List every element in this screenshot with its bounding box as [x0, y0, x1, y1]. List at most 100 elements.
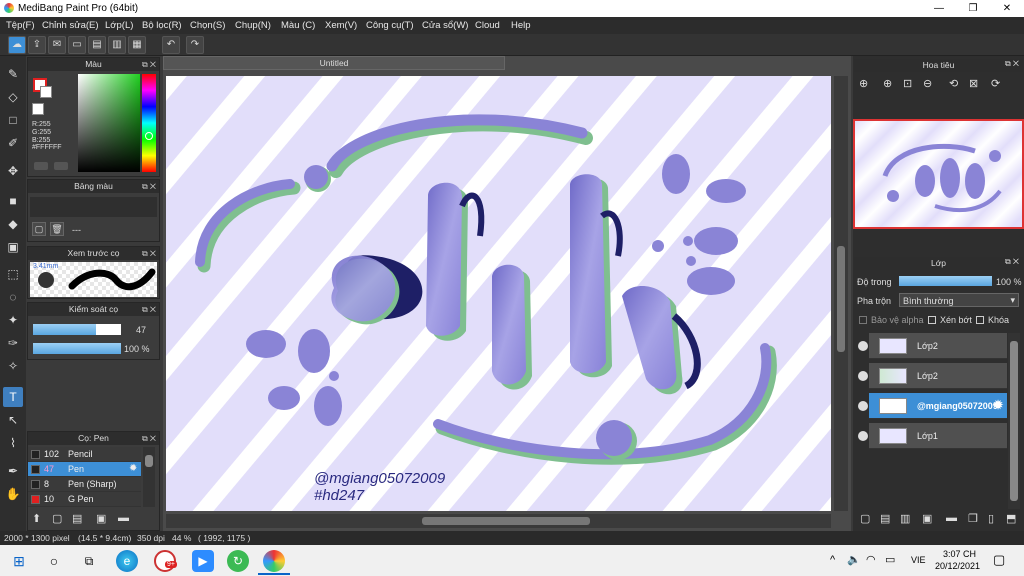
- brush-item-selected[interactable]: 47 Pen ✹: [28, 462, 141, 477]
- text-tool-icon[interactable]: T: [3, 387, 23, 407]
- edge-icon[interactable]: e: [116, 550, 138, 572]
- brush-tool-icon[interactable]: ✎: [3, 64, 23, 84]
- search-icon[interactable]: ○: [43, 550, 65, 572]
- panel-close-icon[interactable]: ⧉ ✕: [142, 180, 156, 193]
- undo-icon[interactable]: ↶: [162, 36, 180, 54]
- close-button[interactable]: ✕: [990, 0, 1024, 17]
- eye-icon[interactable]: [858, 371, 868, 381]
- windows-start-icon[interactable]: ⊞: [8, 550, 30, 572]
- layer-item[interactable]: Lớp1: [869, 423, 1007, 449]
- wifi-icon[interactable]: ◠: [866, 553, 876, 566]
- menu-filter[interactable]: Bộ lọc(R): [142, 20, 182, 31]
- language-indicator[interactable]: VIE: [911, 555, 926, 565]
- palette-area[interactable]: [30, 197, 157, 217]
- new-layer-icon[interactable]: ▢: [860, 512, 870, 525]
- horizontal-scrollbar[interactable]: [166, 514, 831, 528]
- zoom-out-icon[interactable]: ⊖: [923, 77, 932, 90]
- brush-size-slider[interactable]: [33, 324, 121, 335]
- new-palette-icon[interactable]: ▢: [32, 222, 46, 236]
- redo-icon[interactable]: ↷: [186, 36, 204, 54]
- hue-slider[interactable]: [142, 74, 156, 172]
- hand-tool-icon[interactable]: ✋: [3, 484, 23, 504]
- menu-file[interactable]: Tệp(F): [6, 20, 35, 31]
- menu-help[interactable]: Help: [511, 20, 531, 31]
- menu-color[interactable]: Màu (C): [281, 20, 315, 31]
- eye-icon[interactable]: [858, 341, 868, 351]
- clipping-checkbox[interactable]: [928, 316, 936, 324]
- menu-window[interactable]: Cửa sổ(W): [422, 20, 468, 31]
- menu-layer[interactable]: Lớp(L): [105, 20, 133, 31]
- pen-tool-icon[interactable]: ✐: [3, 133, 23, 153]
- layer-item-selected[interactable]: @mgiang05072009 ✹: [869, 393, 1007, 419]
- layer-item[interactable]: Lớp2: [869, 363, 1007, 389]
- dropper-tool-icon[interactable]: ✒: [3, 461, 23, 481]
- chat-icon[interactable]: ▭: [68, 36, 86, 54]
- zoom-in-icon[interactable]: ⊕: [883, 77, 892, 90]
- task-view-icon[interactable]: ⧉: [78, 550, 100, 572]
- comment-icon[interactable]: ✉: [48, 36, 66, 54]
- page-icon[interactable]: ▥: [108, 36, 126, 54]
- cloud-icon[interactable]: ☁: [8, 36, 26, 54]
- brush-item[interactable]: 10 G Pen: [28, 492, 141, 507]
- saturation-value-picker[interactable]: [78, 74, 140, 172]
- menu-snap[interactable]: Chụp(N): [235, 20, 271, 31]
- color-button-2[interactable]: [54, 162, 68, 170]
- share-icon[interactable]: ⇪: [28, 36, 46, 54]
- navigator-preview[interactable]: [853, 119, 1024, 229]
- layer-menu-icon[interactable]: ▣: [922, 512, 932, 525]
- layer-item[interactable]: Lớp2: [869, 333, 1007, 359]
- panel-close-icon[interactable]: ⧉ ✕: [142, 58, 156, 71]
- move-tool-icon[interactable]: ✥: [3, 161, 23, 181]
- gear-icon[interactable]: ✹: [129, 463, 137, 474]
- eye-icon[interactable]: [858, 401, 868, 411]
- zoom-in-icon[interactable]: ⊕: [859, 77, 868, 90]
- layer-opacity-slider[interactable]: [899, 276, 992, 286]
- lock-checkbox[interactable]: [976, 316, 984, 324]
- delete-palette-icon[interactable]: 🗑: [50, 222, 64, 236]
- menu-cloud[interactable]: Cloud: [475, 20, 500, 31]
- zoom-icon[interactable]: ▶: [192, 550, 214, 572]
- blend-mode-select[interactable]: Bình thường ▾: [899, 293, 1019, 307]
- vertical-scrollbar[interactable]: [834, 76, 848, 511]
- add-brush-icon[interactable]: ⬆: [32, 512, 41, 525]
- copy-brush-icon[interactable]: ▤: [72, 512, 82, 525]
- new-8bit-layer-icon[interactable]: ▥: [900, 512, 910, 525]
- color-button-1[interactable]: [34, 162, 48, 170]
- clock-time[interactable]: 3:07 CH: [943, 549, 976, 559]
- panel-close-icon[interactable]: ⧉ ✕: [142, 303, 156, 316]
- eyedropper-tool-icon[interactable]: ⌇: [3, 433, 23, 453]
- drawing-canvas[interactable]: @mgiang05072009 #hd247: [166, 76, 831, 511]
- select-tool-icon[interactable]: ⬚: [3, 264, 23, 284]
- rotate-right-icon[interactable]: ⟳: [991, 77, 1000, 90]
- clock-date[interactable]: 20/12/2021: [935, 561, 980, 571]
- panel-close-icon[interactable]: ⧉ ✕: [142, 247, 156, 260]
- brush-item[interactable]: 102 Pencil: [28, 447, 141, 462]
- operation-tool-icon[interactable]: ↖: [3, 410, 23, 430]
- lasso-tool-icon[interactable]: ◌: [3, 287, 23, 307]
- menu-edit[interactable]: Chỉnh sửa(E): [42, 20, 99, 31]
- protect-alpha-checkbox[interactable]: [859, 316, 867, 324]
- folder-icon[interactable]: ▬: [118, 512, 129, 524]
- gear-icon[interactable]: ✹: [993, 398, 1003, 412]
- menu-select[interactable]: Chọn(S): [190, 20, 225, 31]
- document-tab[interactable]: Untitled: [163, 56, 505, 70]
- bucket-tool-icon[interactable]: ◆: [3, 214, 23, 234]
- gradient-tool-icon[interactable]: ▣: [3, 237, 23, 257]
- fill-rect-tool-icon[interactable]: ■: [3, 191, 23, 211]
- rect-tool-icon[interactable]: □: [3, 110, 23, 130]
- panel-close-icon[interactable]: ⧉ ✕: [1005, 59, 1019, 69]
- rotate-icon[interactable]: ⟲: [949, 77, 958, 90]
- menu-tools[interactable]: Công cụ(T): [366, 20, 414, 31]
- eye-icon[interactable]: [858, 431, 868, 441]
- transparent-swatch[interactable]: [32, 103, 44, 115]
- battery-icon[interactable]: ▭: [885, 553, 895, 566]
- speaker-icon[interactable]: 🔈: [847, 553, 861, 566]
- background-color-swatch[interactable]: [40, 86, 52, 98]
- eraser-tool-icon[interactable]: ◇: [3, 87, 23, 107]
- new-brush-icon[interactable]: ▢: [52, 512, 62, 525]
- medibang-icon[interactable]: [263, 550, 285, 572]
- magic-wand-tool-icon[interactable]: ✦: [3, 310, 23, 330]
- fit-icon[interactable]: ⊡: [903, 77, 912, 90]
- brush-list-scrollbar[interactable]: [143, 447, 155, 507]
- select-pen-tool-icon[interactable]: ✑: [3, 333, 23, 353]
